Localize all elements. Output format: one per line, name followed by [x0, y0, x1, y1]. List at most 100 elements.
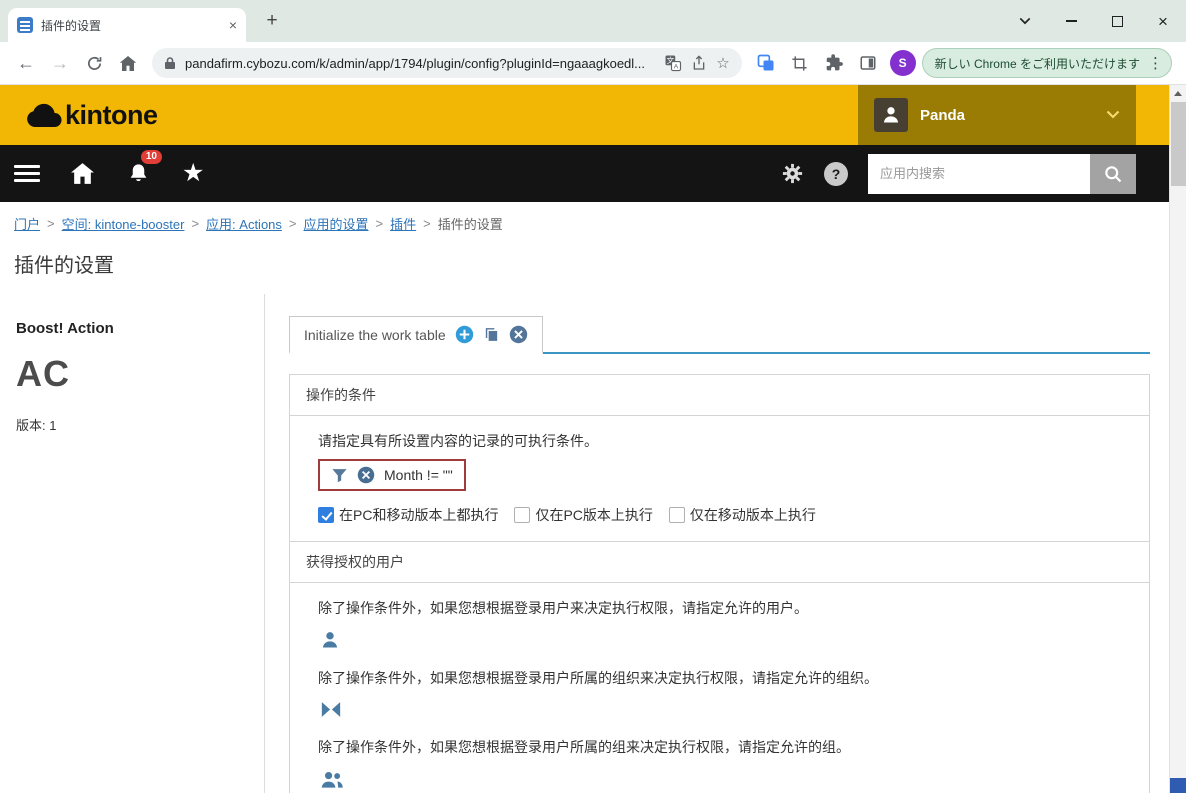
add-organization-icon[interactable] [320, 700, 1129, 719]
kintone-nav: 10 ★ ? [0, 145, 1186, 202]
home-button[interactable] [112, 47, 144, 79]
notification-badge: 10 [140, 150, 162, 164]
action-tab-label: Initialize the work table [304, 326, 446, 343]
breadcrumb-portal[interactable]: 门户 [14, 214, 40, 233]
checkbox-pc-only-label: 仅在PC版本上执行 [535, 507, 653, 523]
address-bar[interactable]: pandafirm.cybozu.com/k/admin/app/1794/pl… [152, 48, 742, 78]
conditions-header: 操作的条件 [290, 375, 1149, 416]
screenshot-extension-icon[interactable] [784, 47, 816, 79]
conditions-hint: 请指定具有所设置内容的记录的可执行条件。 [318, 433, 598, 449]
kintone-header: kintone Panda [0, 85, 1186, 145]
browser-window: 插件的设置 × + × ← → pandafirm.cybozu.com/k/a… [0, 0, 1186, 793]
user-avatar [874, 98, 908, 132]
tab-title: 插件的设置 [41, 18, 102, 33]
url-text[interactable]: pandafirm.cybozu.com/k/admin/app/1794/pl… [185, 56, 655, 71]
auth-org-hint: 除了操作条件外，如果您想根据登录用户所属的组织来决定执行权限，请指定允许的组织。 [318, 670, 878, 686]
content-area: Boost! Action AC 版本: 1 Initialize the wo… [0, 294, 1186, 793]
tab-close-icon[interactable]: × [229, 18, 237, 32]
plugin-config-main: Initialize the work table 操作的条件 请指定具有所设置… [265, 294, 1186, 793]
kintone-logo[interactable]: kintone [26, 100, 158, 131]
add-user-icon[interactable] [320, 630, 1129, 650]
breadcrumb-separator: > [191, 216, 200, 231]
menu-hamburger-icon[interactable] [14, 165, 40, 182]
breadcrumb-separator: > [288, 216, 297, 231]
plugin-sidebar: Boost! Action AC 版本: 1 [0, 294, 265, 793]
auth-group-hint: 除了操作条件外，如果您想根据登录用户所属的组来决定执行权限，请指定允许的组。 [318, 739, 850, 755]
page-title: 插件的设置 [14, 255, 114, 277]
add-group-icon[interactable] [320, 769, 1129, 789]
checkbox-mobile-only-label: 仅在移动版本上执行 [689, 507, 816, 523]
person-icon [883, 107, 899, 123]
tab-search-chevron-icon[interactable] [1002, 0, 1048, 42]
scrollbar-bottom-block [1170, 778, 1186, 793]
action-tab[interactable]: Initialize the work table [289, 316, 543, 354]
checkbox-both-platforms-label: 在PC和移动版本上都执行 [339, 507, 499, 523]
chevron-down-icon [1106, 106, 1120, 124]
auth-user-hint: 除了操作条件外，如果您想根据登录用户来决定执行权限，请指定允许的用户。 [318, 600, 808, 616]
platform-options: 在PC和移动版本上都执行 仅在PC版本上执行 仅在移动版本上执行 [318, 505, 1129, 525]
translate-extension-icon[interactable] [750, 47, 782, 79]
breadcrumb-plugin[interactable]: 插件 [390, 214, 416, 233]
extensions-puzzle-icon[interactable] [818, 47, 850, 79]
refresh-button[interactable] [78, 47, 110, 79]
new-tab-button[interactable]: + [258, 7, 286, 35]
browser-tab[interactable]: 插件的设置 × [8, 8, 246, 42]
conditions-body: 请指定具有所设置内容的记录的可执行条件。 Month != "" 在PC和移动版… [290, 416, 1149, 541]
auth-body: 除了操作条件外，如果您想根据登录用户来决定执行权限，请指定允许的用户。 除了操作… [290, 583, 1149, 793]
reader-mode-extension-icon[interactable] [852, 47, 884, 79]
plugin-version: 版本: 1 [16, 418, 57, 433]
checkbox-both-platforms[interactable] [318, 507, 334, 523]
filter-expression: Month != "" [384, 467, 453, 483]
user-menu[interactable]: Panda [858, 85, 1136, 145]
help-icon[interactable]: ? [824, 161, 848, 186]
breadcrumb-separator: > [47, 216, 55, 231]
copy-action-icon[interactable] [483, 326, 500, 343]
breadcrumb-space[interactable]: 空间: kintone-booster [62, 214, 185, 233]
search-input[interactable] [868, 153, 1090, 194]
close-button[interactable]: × [1140, 0, 1186, 42]
add-action-icon[interactable] [455, 325, 474, 344]
settings-panel: 操作的条件 请指定具有所设置内容的记录的可执行条件。 Month != "" 在… [289, 374, 1150, 793]
share-icon[interactable] [691, 55, 707, 71]
web-page: kintone Panda 10 ★ ? 应用内搜索 门户 > 空间: kint… [0, 85, 1186, 793]
remove-filter-icon[interactable] [357, 466, 375, 484]
profile-avatar[interactable]: S [889, 50, 916, 76]
breadcrumb-app-settings[interactable]: 应用的设置 [304, 214, 369, 233]
back-button[interactable]: ← [10, 47, 42, 79]
checkbox-pc-only[interactable] [514, 507, 531, 523]
plugin-name: Boost! Action [16, 320, 114, 337]
scrollbar-thumb[interactable] [1171, 102, 1186, 186]
translate-icon[interactable]: 文A [664, 54, 682, 72]
chrome-update-text: 新しい Chrome をご利用いただけます [934, 56, 1140, 71]
nav-home-icon[interactable] [70, 162, 95, 185]
breadcrumb-app[interactable]: 应用: Actions [206, 214, 282, 233]
forward-button[interactable]: → [44, 47, 76, 79]
chrome-update-notice[interactable]: 新しい Chrome をご利用いただけます ⋮ [921, 48, 1172, 78]
action-tab-row: Initialize the work table [289, 316, 1150, 354]
filter-condition-chip[interactable]: Month != "" [318, 459, 466, 491]
breadcrumb-separator: > [423, 216, 431, 231]
delete-action-icon[interactable] [509, 325, 528, 344]
nav-favorites-icon[interactable]: ★ [182, 161, 204, 186]
bookmark-star-icon[interactable]: ☆ [716, 54, 729, 72]
browser-menu-icon[interactable]: ⋮ [1148, 54, 1163, 72]
scrollbar-up-arrow[interactable] [1170, 85, 1186, 101]
breadcrumb: 门户 > 空间: kintone-booster > 应用: Actions >… [0, 202, 1186, 239]
search-button[interactable] [1090, 153, 1136, 194]
breadcrumb-current: 插件的设置 [437, 217, 503, 232]
cloud-icon [27, 103, 62, 128]
page-scrollbar[interactable] [1169, 85, 1186, 793]
user-name: Panda [920, 106, 966, 124]
search-icon [1105, 165, 1122, 182]
gear-icon[interactable] [781, 162, 804, 185]
checkbox-mobile-only[interactable] [668, 507, 685, 523]
minimize-button[interactable] [1048, 0, 1094, 42]
auth-header: 获得授权的用户 [290, 541, 1149, 583]
nav-right-group: ? [781, 153, 1172, 194]
nav-notifications-icon[interactable]: 10 [127, 150, 162, 185]
maximize-button[interactable] [1094, 0, 1140, 42]
filter-funnel-icon [332, 468, 347, 482]
browser-tab-strip: 插件的设置 × + × [0, 0, 1186, 42]
logo-text: kintone [65, 99, 158, 130]
window-controls: × [1002, 0, 1186, 42]
